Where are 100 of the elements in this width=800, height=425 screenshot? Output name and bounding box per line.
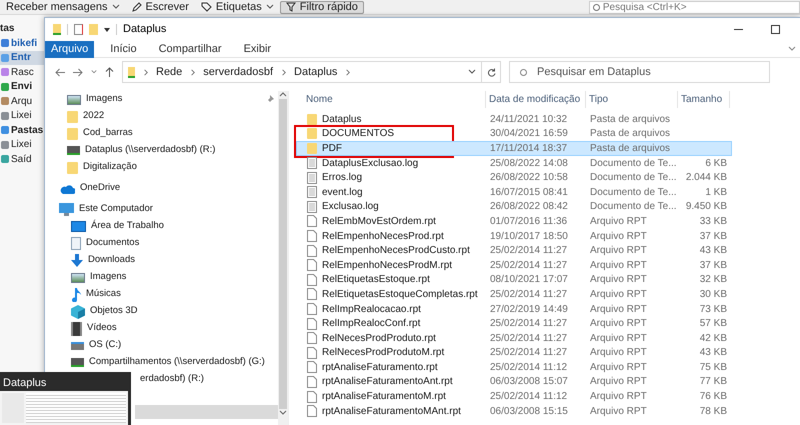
breadcrumb-item[interactable]: Dataplus: [294, 64, 338, 80]
nav-item[interactable]: Área de Trabalho: [45, 218, 278, 235]
nav-item[interactable]: Digitalização: [45, 159, 278, 176]
search-field[interactable]: Pesquisar em Dataplus: [509, 61, 770, 83]
file-row[interactable]: RelEmpenhoNecesProdM.rpt 25/02/2014 11:27 Arquivo RPT 37 KB: [296, 258, 732, 273]
address-bar[interactable]: Rede serverdadosbf Dataplus: [122, 61, 482, 83]
archive-folder-icon: [1, 97, 9, 106]
column-header[interactable]: Nome: [296, 91, 486, 108]
search-icon: [592, 4, 600, 10]
forward-arrow-icon[interactable]: [73, 68, 83, 76]
file-size: 42 KB: [698, 332, 727, 346]
nav-item[interactable]: OneDrive: [45, 180, 278, 197]
file-name: RelImpRealocConf.rpt: [322, 317, 420, 332]
ribbon-tab[interactable]: Exibir: [238, 40, 278, 58]
column-header[interactable]: Data de modificação: [486, 91, 586, 108]
mail-folder[interactable]: Entr: [0, 50, 44, 65]
modified-date: 25/02/2014 11:12: [489, 390, 568, 404]
nav-item[interactable]: Vídeos: [45, 320, 278, 337]
file-row[interactable]: RelNecesProdProduto.rpt 25/02/2014 11:27 Arquivo RPT 42 KB: [296, 330, 732, 346]
mail-folder[interactable]: Pastas: [0, 123, 44, 138]
nav-item[interactable]: Compartilhamentos (\\serverdadosbf) (G:): [45, 354, 278, 371]
file-type: Arquivo RPT: [589, 346, 648, 360]
music-note-icon: [71, 288, 81, 302]
file-row[interactable]: RelEtiquetasEstoqueCompletas.rpt 25/02/2014 11:27 Arquivo RPT 30 KB: [296, 287, 732, 302]
nav-item[interactable]: Downloads: [45, 252, 278, 269]
mail-folder[interactable]: Lixei: [0, 108, 44, 123]
breadcrumb-item[interactable]: serverdadosbf: [203, 64, 274, 80]
inbox-folder-icon: [1, 54, 9, 62]
search-field[interactable]: Pesquisa <Ctrl+K>: [588, 0, 800, 14]
ribbon-tab[interactable]: Compartilhar: [152, 40, 228, 58]
file-row[interactable]: Dataplus 24/11/2021 10:32 Pasta de arquivos: [296, 112, 732, 127]
file-row[interactable]: RelImpRealocacao.rpt 27/02/2019 14:49 Arquivo RPT 73 KB: [296, 302, 732, 316]
mail-folder[interactable]: Envi: [0, 80, 44, 94]
mail-folder[interactable]: Saíd: [0, 152, 44, 166]
nav-item[interactable]: Cod_barras: [45, 125, 278, 142]
file-row[interactable]: RelEtiquetasEstoque.rpt 08/10/2021 17:07 Arquivo RPT 32 KB: [296, 272, 732, 288]
file-type: Pasta de arquivos: [589, 112, 672, 127]
file-icon: [307, 215, 317, 228]
mail-folder[interactable]: Rasc: [0, 65, 44, 80]
toolbar-button[interactable]: Receber mensagens: [0, 0, 126, 14]
nav-item[interactable]: Músicas: [45, 286, 278, 303]
network-drive-icon: [71, 358, 84, 367]
maximize-button[interactable]: [771, 25, 780, 34]
scrollbar-thumb[interactable]: [279, 99, 287, 409]
nav-item[interactable]: Documentos: [45, 235, 278, 252]
nav-item[interactable]: Dataplus (\\serverdadosbf) (R:): [45, 142, 278, 159]
file-row[interactable]: PDF 17/11/2014 18:37 Pasta de arquivos: [296, 141, 732, 156]
file-row[interactable]: rptAnaliseFaturamentoM.rpt 25/02/2014 11:12 Arquivo RPT 76 KB: [296, 389, 732, 404]
file-row[interactable]: RelImpRealocConf.rpt 25/02/2014 11:27 Arquivo RPT 57 KB: [296, 316, 732, 331]
file-row[interactable]: rptAnaliseFaturamento.rpt 25/02/2014 11:12 Arquivo RPT 75 KB: [296, 360, 732, 375]
toolbar-button[interactable]: Etiquetas: [194, 0, 280, 14]
mail-folder[interactable]: Lixei: [0, 138, 44, 152]
file-icon: [307, 346, 317, 359]
file-row[interactable]: event.log 16/07/2015 08:41 Documento de Te... 1 KB: [296, 184, 732, 200]
window-title: Dataplus: [123, 22, 166, 38]
modified-date: 06/03/2008 15:15: [489, 404, 569, 419]
nav-item[interactable]: Imagens: [45, 91, 278, 108]
nav-item[interactable]: Objetos 3D: [45, 303, 278, 320]
file-row[interactable]: Exclusao.log 26/08/2022 08:42 Documento de Te... 9.450 KB: [296, 200, 732, 214]
file-row[interactable]: RelEmpenhoNecesProdCusto.rpt 25/02/2014 11:27 Arquivo RPT 43 KB: [296, 243, 732, 258]
toolbar-button[interactable]: Filtro rápido: [280, 0, 364, 14]
film-icon: [71, 322, 82, 336]
nav-item[interactable]: erdadosbf) (R:): [135, 371, 278, 388]
modified-date: 25/02/2014 11:27: [489, 317, 568, 332]
nav-item[interactable]: Imagens: [45, 269, 278, 286]
file-row[interactable]: rptAnaliseFaturamentoMAnt.rpt 06/03/2008 15:15 Arquivo RPT 78 KB: [296, 404, 732, 418]
file-row[interactable]: RelEmpenhoNecesProd.rpt 19/10/2017 18:50 Arquivo RPT 37 KB: [296, 228, 732, 244]
file-row[interactable]: rptAnaliseFaturamentoAnt.rpt 06/03/2008 15:07 Arquivo RPT 77 KB: [296, 374, 732, 390]
folder-icon: [307, 128, 317, 140]
ribbon-tab[interactable]: Arquivo: [45, 40, 94, 58]
file-row[interactable]: Erros.log 26/08/2022 10:58 Documento de Te... 2.044 KB: [296, 170, 732, 185]
refresh-button[interactable]: [481, 61, 501, 83]
toolbar-button[interactable]: Escrever: [126, 0, 195, 14]
horizontal-scrollbar[interactable]: [135, 405, 278, 419]
pencil-icon: [132, 2, 142, 12]
back-arrow-icon[interactable]: [55, 68, 65, 76]
file-icon: [307, 288, 317, 300]
file-size: 6 KB: [704, 156, 727, 171]
nav-item[interactable]: 2022: [45, 108, 278, 125]
column-header[interactable]: Tipo: [586, 91, 678, 108]
file-row[interactable]: RelEmbMovEstOrdem.rpt 01/07/2016 11:36 Arquivo RPT 33 KB: [296, 214, 732, 229]
ribbon-tab[interactable]: Início: [104, 40, 143, 58]
file-row[interactable]: DOCUMENTOS 30/04/2021 16:59 Pasta de arquivos: [296, 126, 732, 142]
mail-folder[interactable]: bikefi: [0, 36, 44, 50]
file-row[interactable]: RelNecesProdProdutoM.rpt 25/02/2014 11:27 Arquivo RPT 43 KB: [296, 346, 732, 360]
nav-item[interactable]: Este Computador: [45, 201, 278, 218]
file-row[interactable]: DataplusExclusao.log 25/08/2022 14:08 Documento de Te... 6 KB: [296, 156, 732, 170]
column-header[interactable]: Tamanho: [678, 91, 730, 108]
file-size: 30 KB: [698, 288, 727, 302]
file-type: Arquivo RPT: [589, 244, 648, 258]
file-name: DOCUMENTOS: [322, 127, 394, 142]
chevron-down-icon: [266, 3, 274, 11]
mail-folder[interactable]: Arqu: [0, 94, 44, 108]
modified-date: 25/02/2014 11:27: [489, 332, 568, 346]
picture-icon: [71, 272, 85, 282]
up-arrow-icon[interactable]: [105, 67, 114, 77]
vertical-scrollbar[interactable]: [278, 91, 288, 425]
breadcrumb-item[interactable]: Rede: [156, 64, 182, 80]
nav-item[interactable]: OS (C:): [45, 337, 278, 354]
file-icon: [307, 274, 317, 286]
